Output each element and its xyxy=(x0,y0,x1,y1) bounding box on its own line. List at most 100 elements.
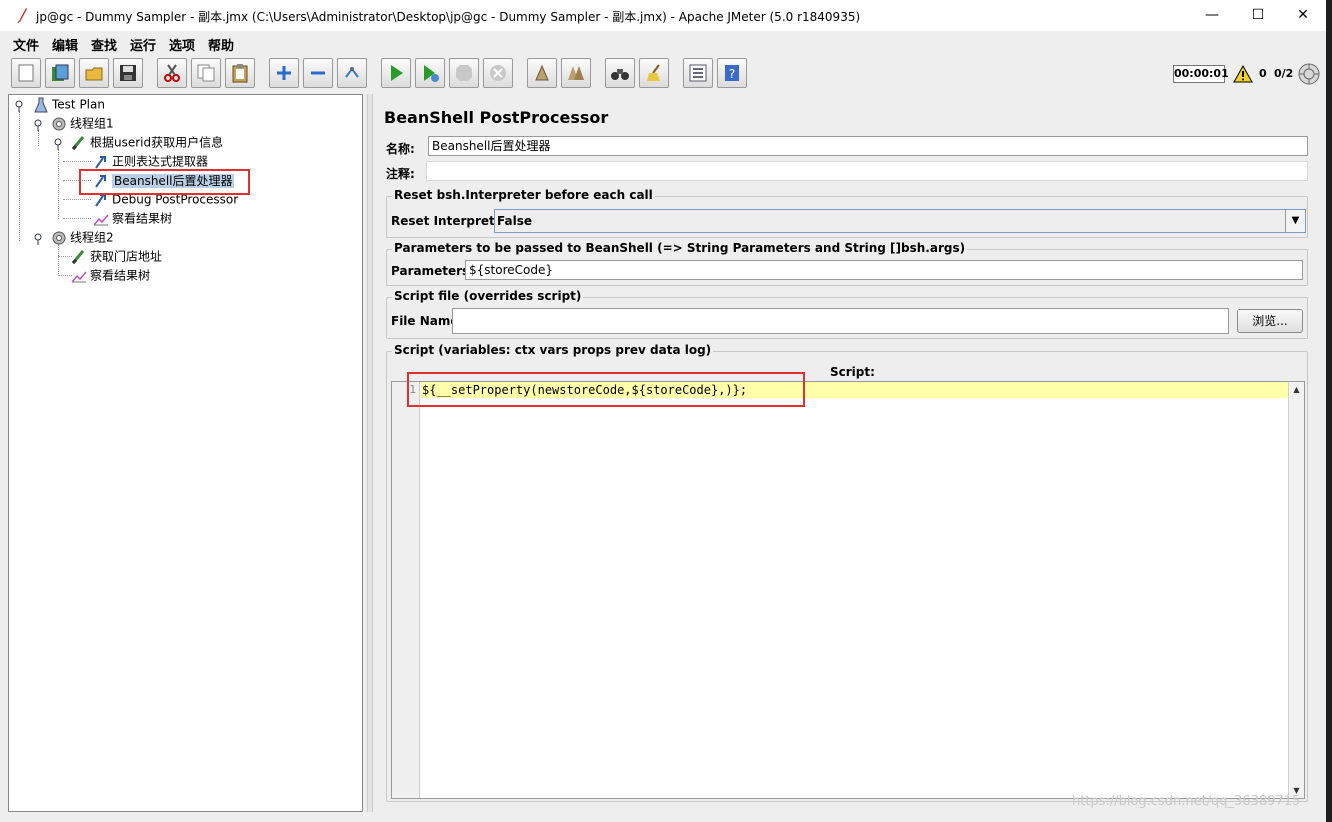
toggle-button[interactable] xyxy=(337,58,367,88)
script-group: Script (variables: ctx vars props prev d… xyxy=(386,343,1308,802)
menu-edit[interactable]: 编辑 xyxy=(52,35,78,54)
menu-help[interactable]: 帮助 xyxy=(208,35,234,54)
menu-file[interactable]: 文件 xyxy=(13,35,39,54)
watermark: https://blog.csdn.net/qq_36389715 xyxy=(1072,794,1301,809)
reset-interpreter-group: Reset bsh.Interpreter before each call R… xyxy=(386,188,1308,238)
stop-icon xyxy=(456,65,472,81)
svg-text:?: ? xyxy=(729,67,735,81)
jmeter-window: jp@gc - Dummy Sampler - 副本.jmx (C:\Users… xyxy=(0,0,1326,822)
tree-item-thread-group-1[interactable]: 线程组1 xyxy=(51,114,114,132)
toggle-icon xyxy=(345,67,359,78)
save-button[interactable] xyxy=(113,58,143,88)
tree-item-sampler-get-store-address[interactable]: 获取门店地址 xyxy=(71,247,162,265)
script-file-group: Script file (overrides script) File Name… xyxy=(386,289,1308,339)
clear-icon xyxy=(535,64,549,81)
paste-button[interactable] xyxy=(225,58,255,88)
listener-icon xyxy=(93,211,109,227)
close-button[interactable]: ✕ xyxy=(1280,0,1326,31)
reset-interpreter-value: False xyxy=(497,214,532,228)
clear-all-button[interactable] xyxy=(561,58,591,88)
menu-run[interactable]: 运行 xyxy=(130,35,156,54)
collapse-all-button[interactable] xyxy=(303,58,333,88)
highlight-box-script xyxy=(407,372,805,407)
line-number-gutter: 1 xyxy=(392,382,420,798)
menu-search[interactable]: 查找 xyxy=(91,35,117,54)
minimize-button[interactable]: — xyxy=(1189,0,1235,31)
window-title: jp@gc - Dummy Sampler - 副本.jmx (C:\Users… xyxy=(36,10,861,24)
listener-icon xyxy=(71,268,87,284)
reset-search-button[interactable] xyxy=(639,58,669,88)
split-pane-divider[interactable] xyxy=(367,94,373,812)
expand-icon xyxy=(277,66,291,80)
parameters-group-title: Parameters to be passed to BeanShell (=>… xyxy=(392,241,968,255)
copy-icon xyxy=(197,64,215,82)
elapsed-timer: 00:00:01 xyxy=(1173,65,1229,83)
name-field[interactable]: Beanshell后置处理器 xyxy=(428,136,1308,156)
highlight-box-tree xyxy=(79,169,250,195)
script-scrollbar[interactable]: ▲ ▼ xyxy=(1288,382,1304,798)
warning-icon[interactable] xyxy=(1233,65,1253,83)
save-icon xyxy=(120,65,136,81)
script-label: Script: xyxy=(830,365,875,379)
tree-item-regex-extractor[interactable]: 正则表达式提取器 xyxy=(93,152,208,170)
file-name-field[interactable] xyxy=(452,308,1229,334)
post-processor-icon xyxy=(93,154,109,170)
collapse-toggle-icon[interactable] xyxy=(54,138,62,150)
open-button[interactable] xyxy=(79,58,109,88)
tree-item-view-results-tree-2[interactable]: 察看结果树 xyxy=(71,266,150,284)
tree-item-view-results-tree[interactable]: 察看结果树 xyxy=(93,209,172,227)
parameters-label: Parameters: xyxy=(391,264,474,278)
comment-field[interactable] xyxy=(426,161,1308,181)
stop-button[interactable] xyxy=(449,58,479,88)
expand-all-button[interactable] xyxy=(269,58,299,88)
active-threads: 0/2 xyxy=(1274,67,1294,80)
toolbar: ? xyxy=(0,55,1326,93)
remote-status-icon xyxy=(1298,63,1320,85)
tree-item-thread-group-2[interactable]: 线程组2 xyxy=(51,228,114,246)
sampler-icon xyxy=(71,135,87,151)
help-button[interactable]: ? xyxy=(717,58,747,88)
search-button[interactable] xyxy=(605,58,635,88)
thread-group-icon xyxy=(51,116,67,132)
open-icon xyxy=(85,67,103,81)
browse-button[interactable]: 浏览... xyxy=(1237,309,1303,333)
broom-icon xyxy=(647,64,660,81)
menu-bar: 文件 编辑 查找 运行 选项 帮助 xyxy=(0,31,1326,54)
start-button[interactable] xyxy=(381,58,411,88)
reset-interpreter-select[interactable]: False ▼ xyxy=(494,209,1306,233)
start-no-pauses-button[interactable] xyxy=(415,58,445,88)
collapse-toggle-icon[interactable] xyxy=(34,233,42,245)
new-button[interactable] xyxy=(11,58,41,88)
templates-icon xyxy=(52,64,69,81)
name-label: 名称: xyxy=(386,142,415,156)
start-icon xyxy=(391,65,403,81)
new-icon xyxy=(18,64,34,82)
test-plan-icon xyxy=(33,97,49,113)
function-helper-button[interactable] xyxy=(683,58,713,88)
tree-item-test-plan[interactable]: Test Plan xyxy=(33,95,105,113)
comment-label: 注释: xyxy=(386,167,415,181)
script-editor[interactable]: 1 ${__setProperty(newstoreCode,${storeCo… xyxy=(391,381,1305,799)
tree-item-sampler-get-user-info[interactable]: 根据userid获取用户信息 xyxy=(71,133,223,151)
clear-button[interactable] xyxy=(527,58,557,88)
cut-button[interactable] xyxy=(157,58,187,88)
collapse-toggle-icon[interactable] xyxy=(34,119,42,131)
script-file-group-title: Script file (overrides script) xyxy=(392,289,584,303)
menu-options[interactable]: 选项 xyxy=(169,35,195,54)
list-icon xyxy=(689,64,707,82)
maximize-button[interactable]: ☐ xyxy=(1235,0,1281,31)
parameters-field[interactable]: ${storeCode} xyxy=(465,260,1303,280)
copy-button[interactable] xyxy=(191,58,221,88)
shutdown-icon xyxy=(490,65,506,81)
thread-group-icon xyxy=(51,230,67,246)
collapse-toggle-icon[interactable] xyxy=(15,100,23,112)
templates-button[interactable] xyxy=(45,58,75,88)
panel-title: BeanShell PostProcessor xyxy=(384,108,609,127)
collapse-icon xyxy=(311,71,325,75)
jmeter-feather-icon xyxy=(17,8,27,23)
test-plan-tree: Test Plan 线程组1 根据userid获取用户信息 正则表达式提取器 B… xyxy=(8,94,363,812)
shutdown-button[interactable] xyxy=(483,58,513,88)
help-icon: ? xyxy=(725,65,739,81)
scroll-up-icon[interactable]: ▲ xyxy=(1289,382,1304,397)
start-no-pause-icon xyxy=(424,65,439,82)
